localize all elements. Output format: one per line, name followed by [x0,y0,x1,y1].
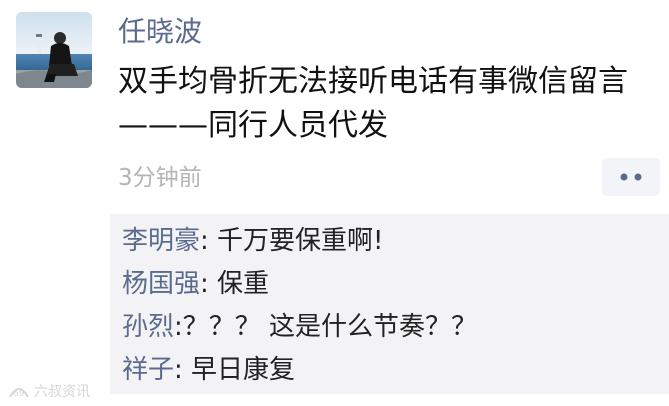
comment-text: ？？？ 这是什么节奏？？ [182,312,478,342]
comment-row[interactable]: 祥子: 早日康复 [110,349,669,392]
post-timestamp: 3分钟前 [118,165,202,191]
comment-row[interactable]: 李明豪: 千万要保重啊! [110,220,669,263]
more-actions-button[interactable] [602,158,660,196]
comment-row[interactable]: 杨国强: 保重 [110,263,669,306]
comment-separator: : [200,269,218,299]
post-text-line-2: ———同行人员代发 [118,108,388,143]
comments-panel: 李明豪: 千万要保重啊! 杨国强: 保重 孙烈:？？？ 这是什么节奏？？ 祥子:… [110,214,669,394]
comment-text: 早日康复 [191,355,296,385]
comment-separator: : [174,355,192,385]
comment-text: 保重 [217,269,270,299]
watermark-logo-icon: 69 [9,388,29,399]
author-name[interactable]: 任晓波 [118,14,202,50]
watermark: 69 六叔资讯 [8,380,90,402]
comment-text: 千万要保重啊! [217,226,384,256]
comment-author[interactable]: 李明豪 [122,226,200,256]
comment-separator: : [200,226,218,256]
watermark-text: 六叔资讯 [34,384,90,400]
comment-author[interactable]: 孙烈 [122,312,174,342]
author-avatar[interactable] [16,12,92,88]
avatar-image [16,12,92,88]
comment-author[interactable]: 杨国强 [122,269,200,299]
comment-author[interactable]: 祥子 [122,355,174,385]
comment-row[interactable]: 孙烈:？？？ 这是什么节奏？？ [110,306,669,349]
comment-separator: : [174,312,183,342]
post-text-line-1: 双手均骨折无法接听电话有事微信留言 [118,64,628,99]
svg-text:69: 69 [13,389,25,399]
post-text: 双手均骨折无法接听电话有事微信留言 ———同行人员代发 [118,60,663,148]
more-dots-icon [620,173,642,181]
